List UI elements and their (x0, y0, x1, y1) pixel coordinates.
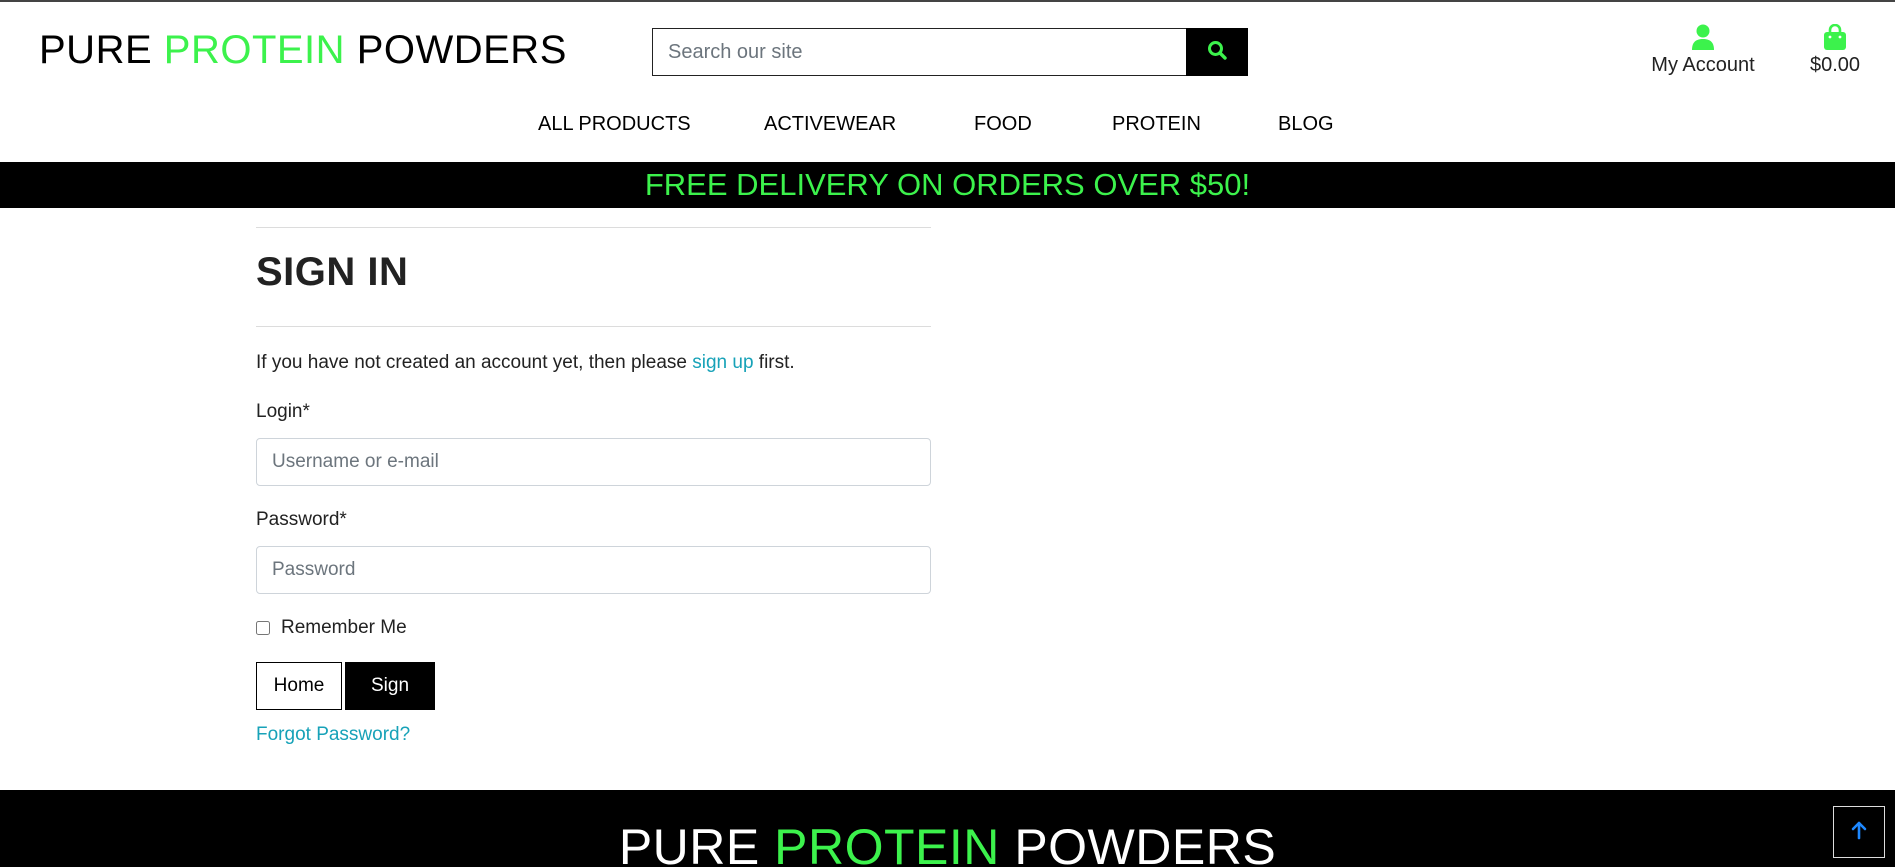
arrow-up-icon (1850, 820, 1868, 845)
signup-prompt-text-after: first. (753, 352, 795, 373)
forgot-password-link[interactable]: Forgot Password? (256, 724, 410, 746)
remember-me[interactable]: Remember Me (256, 617, 407, 639)
search-icon (1207, 40, 1227, 65)
nav-activewear[interactable]: ACTIVEWEAR (764, 113, 896, 136)
sign-up-link[interactable]: sign up (692, 352, 753, 373)
login-label: Login* (256, 401, 310, 422)
divider-top (256, 227, 931, 228)
divider-bottom (256, 326, 931, 327)
nav-blog[interactable]: BLOG (1278, 113, 1334, 136)
home-button[interactable]: Home (256, 662, 342, 710)
shopping-bag-link[interactable]: $0.00 (1800, 24, 1870, 77)
footer-logo: PURE PROTEIN POWDERS (0, 818, 1895, 867)
sign-in-button[interactable]: Sign In (345, 662, 435, 742)
password-input[interactable] (256, 546, 931, 594)
search-form (652, 28, 1248, 76)
free-delivery-banner: FREE DELIVERY ON ORDERS OVER $50! (0, 162, 1895, 208)
remember-me-checkbox[interactable] (256, 621, 270, 635)
signup-prompt-text-before: If you have not created an account yet, … (256, 352, 693, 373)
top-border (0, 0, 1895, 2)
logo-word-1: PURE (39, 28, 153, 72)
my-account-link[interactable]: My Account (1650, 24, 1756, 77)
footer-logo-word-accent: PROTEIN (774, 819, 1000, 867)
logo-word-accent: PROTEIN (163, 28, 346, 72)
user-icon (1650, 24, 1756, 50)
login-input[interactable] (256, 438, 931, 486)
footer-logo-word-1: PURE (618, 819, 760, 867)
search-button[interactable] (1186, 28, 1248, 76)
my-account-label: My Account (1651, 54, 1755, 76)
site-logo[interactable]: PURE PROTEIN POWDERS (39, 28, 567, 73)
main-nav: ALL PRODUCTS ACTIVEWEAR FOOD PROTEIN BLO… (0, 113, 1895, 143)
remember-me-label: Remember Me (281, 617, 407, 638)
shopping-bag-icon (1800, 24, 1870, 50)
back-to-top-button[interactable] (1833, 806, 1885, 858)
footer: PURE PROTEIN POWDERS (0, 790, 1895, 867)
search-input[interactable] (652, 28, 1186, 76)
nav-protein[interactable]: PROTEIN (1112, 113, 1201, 136)
password-label: Password* (256, 509, 347, 530)
nav-all-products[interactable]: ALL PRODUCTS (538, 113, 691, 136)
signup-prompt: If you have not created an account yet, … (256, 352, 795, 374)
bag-total: $0.00 (1809, 54, 1861, 76)
page-title: SIGN IN (256, 250, 409, 294)
footer-logo-word-2: POWDERS (1014, 819, 1277, 867)
nav-food[interactable]: FOOD (974, 113, 1032, 136)
logo-word-2: POWDERS (356, 28, 567, 72)
